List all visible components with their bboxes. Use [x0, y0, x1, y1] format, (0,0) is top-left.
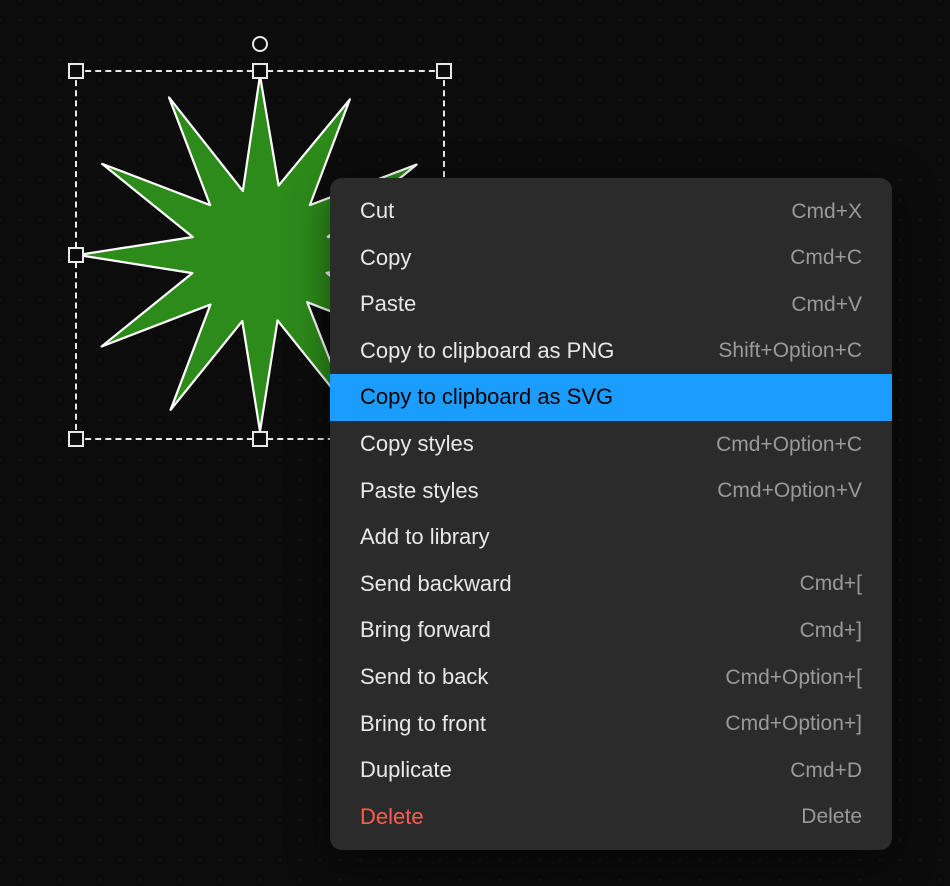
menu-item-shortcut: Cmd+[	[800, 570, 862, 597]
menu-item-shortcut: Cmd+V	[791, 291, 862, 318]
menu-item-label: Send backward	[360, 570, 512, 599]
menu-item-label: Copy to clipboard as PNG	[360, 337, 614, 366]
menu-item-label: Duplicate	[360, 756, 452, 785]
menu-item-copy-styles[interactable]: Copy styles Cmd+Option+C	[330, 421, 892, 468]
resize-handle-top-middle[interactable]	[252, 63, 268, 79]
menu-item-label: Bring forward	[360, 616, 491, 645]
menu-item-shortcut: Cmd+Option+C	[716, 431, 862, 458]
menu-item-shortcut: Cmd+D	[790, 757, 862, 784]
menu-item-shortcut: Cmd+]	[800, 617, 862, 644]
menu-item-copy[interactable]: Copy Cmd+C	[330, 235, 892, 282]
menu-item-send-backward[interactable]: Send backward Cmd+[	[330, 561, 892, 608]
menu-item-label: Copy styles	[360, 430, 474, 459]
menu-item-copy-to-clipboard-as-png[interactable]: Copy to clipboard as PNG Shift+Option+C	[330, 328, 892, 375]
menu-item-shortcut: Delete	[801, 803, 862, 830]
menu-item-add-to-library[interactable]: Add to library	[330, 514, 892, 561]
menu-item-label: Paste styles	[360, 477, 479, 506]
menu-item-shortcut: Cmd+X	[791, 198, 862, 225]
rotate-handle[interactable]	[252, 36, 268, 52]
menu-item-label: Cut	[360, 197, 394, 226]
menu-item-label: Delete	[360, 803, 424, 832]
menu-item-shortcut: Cmd+Option+]	[725, 710, 862, 737]
menu-item-label: Copy to clipboard as SVG	[360, 383, 613, 412]
menu-item-label: Copy	[360, 244, 411, 273]
resize-handle-top-right[interactable]	[436, 63, 452, 79]
menu-item-bring-forward[interactable]: Bring forward Cmd+]	[330, 607, 892, 654]
resize-handle-bottom-left[interactable]	[68, 431, 84, 447]
menu-item-paste-styles[interactable]: Paste styles Cmd+Option+V	[330, 468, 892, 515]
menu-item-bring-to-front[interactable]: Bring to front Cmd+Option+]	[330, 701, 892, 748]
menu-item-delete[interactable]: Delete Delete	[330, 794, 892, 841]
menu-item-shortcut: Cmd+C	[790, 244, 862, 271]
resize-handle-top-left[interactable]	[68, 63, 84, 79]
menu-item-duplicate[interactable]: Duplicate Cmd+D	[330, 747, 892, 794]
menu-item-paste[interactable]: Paste Cmd+V	[330, 281, 892, 328]
menu-item-label: Add to library	[360, 523, 490, 552]
menu-item-send-to-back[interactable]: Send to back Cmd+Option+[	[330, 654, 892, 701]
context-menu[interactable]: Cut Cmd+X Copy Cmd+C Paste Cmd+V Copy to clipb…	[330, 178, 892, 850]
menu-item-shortcut: Shift+Option+C	[718, 337, 862, 364]
resize-handle-middle-left[interactable]	[68, 247, 84, 263]
menu-item-copy-to-clipboard-as-svg[interactable]: Copy to clipboard as SVG	[330, 374, 892, 421]
menu-item-label: Bring to front	[360, 710, 486, 739]
menu-item-label: Send to back	[360, 663, 488, 692]
resize-handle-bottom-middle[interactable]	[252, 431, 268, 447]
menu-item-shortcut: Cmd+Option+[	[725, 664, 862, 691]
menu-item-shortcut: Cmd+Option+V	[717, 477, 862, 504]
menu-item-label: Paste	[360, 290, 416, 319]
menu-item-cut[interactable]: Cut Cmd+X	[330, 188, 892, 235]
